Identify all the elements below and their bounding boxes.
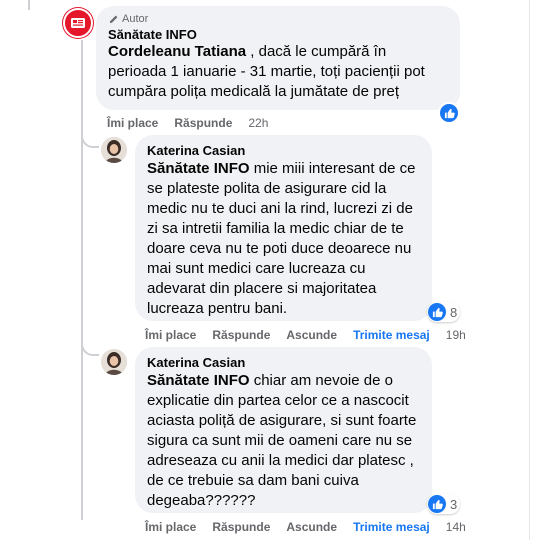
reaction-count: 3 — [450, 496, 458, 512]
comment-bubble: Katerina Casian Sănătate INFO chiar am n… — [135, 347, 432, 513]
page-edge — [529, 0, 542, 540]
hide-button[interactable]: Ascunde — [286, 328, 337, 342]
reaction-badge[interactable]: 8 — [427, 302, 461, 322]
pencil-icon — [109, 15, 118, 23]
reaction-count: 8 — [450, 304, 458, 320]
hide-button[interactable]: Ascunde — [286, 520, 337, 534]
like-button[interactable]: Îmi place — [145, 520, 196, 534]
comment-actions: Îmi place Răspunde 22h — [107, 116, 268, 130]
comment-author-name[interactable]: Sănătate INFO — [108, 27, 448, 42]
person-photo-icon — [101, 349, 127, 375]
comment-bubble: Katerina Casian Sănătate INFO mie miii i… — [135, 135, 432, 321]
comment-text: Cordeleanu Tatiana , dacă le cumpără în … — [108, 42, 448, 102]
send-message-button[interactable]: Trimite mesaj — [353, 328, 430, 342]
comment-bubble: Autor Sănătate INFO Cordeleanu Tatiana ,… — [96, 6, 460, 110]
newspaper-icon — [71, 18, 85, 28]
thread-connector — [81, 130, 99, 148]
like-button[interactable]: Îmi place — [107, 116, 158, 130]
mention-tag[interactable]: Sănătate INFO — [147, 160, 250, 177]
comment-timestamp[interactable]: 22h — [248, 116, 268, 130]
comment-actions: Îmi place Răspunde Ascunde Trimite mesaj… — [145, 328, 466, 342]
thumbs-up-icon — [428, 303, 446, 321]
mention-tag[interactable]: Sănătate INFO — [147, 372, 250, 389]
comment-author-name[interactable]: Katerina Casian — [147, 355, 420, 370]
page-avatar[interactable] — [63, 8, 93, 38]
reaction-badge[interactable] — [438, 102, 460, 124]
comment-timestamp[interactable]: 14h — [446, 520, 466, 534]
comment-text: Sănătate INFO mie miii interesant de ce … — [147, 159, 420, 319]
reply-button[interactable]: Răspunde — [174, 116, 232, 130]
avatar[interactable] — [101, 137, 127, 163]
comment-actions: Îmi place Răspunde Ascunde Trimite mesaj… — [145, 520, 466, 534]
comment-text: Sănătate INFO chiar am nevoie de o expli… — [147, 371, 420, 511]
thumbs-up-icon — [438, 102, 460, 124]
comment-body: mie miii interesant de ce se plateste po… — [147, 160, 416, 317]
thread-connector — [81, 336, 99, 356]
reply-button[interactable]: Răspunde — [212, 328, 270, 342]
thread-line — [81, 40, 83, 520]
avatar[interactable] — [101, 349, 127, 375]
author-badge-label: Autor — [122, 13, 149, 25]
comment-body: chiar am nevoie de o explicatie din part… — [147, 372, 417, 509]
comment-timestamp[interactable]: 19h — [446, 328, 466, 342]
reaction-badge[interactable]: 3 — [427, 494, 461, 514]
author-badge: Autor — [108, 13, 448, 25]
comment-author-name[interactable]: Katerina Casian — [147, 143, 420, 158]
thread-line — [0, 0, 60, 2]
reply-button[interactable]: Răspunde — [212, 520, 270, 534]
send-message-button[interactable]: Trimite mesaj — [353, 520, 430, 534]
thumbs-up-icon — [428, 495, 446, 513]
mention-tag[interactable]: Cordeleanu Tatiana — [108, 43, 246, 60]
person-photo-icon — [101, 137, 127, 163]
like-button[interactable]: Îmi place — [145, 328, 196, 342]
